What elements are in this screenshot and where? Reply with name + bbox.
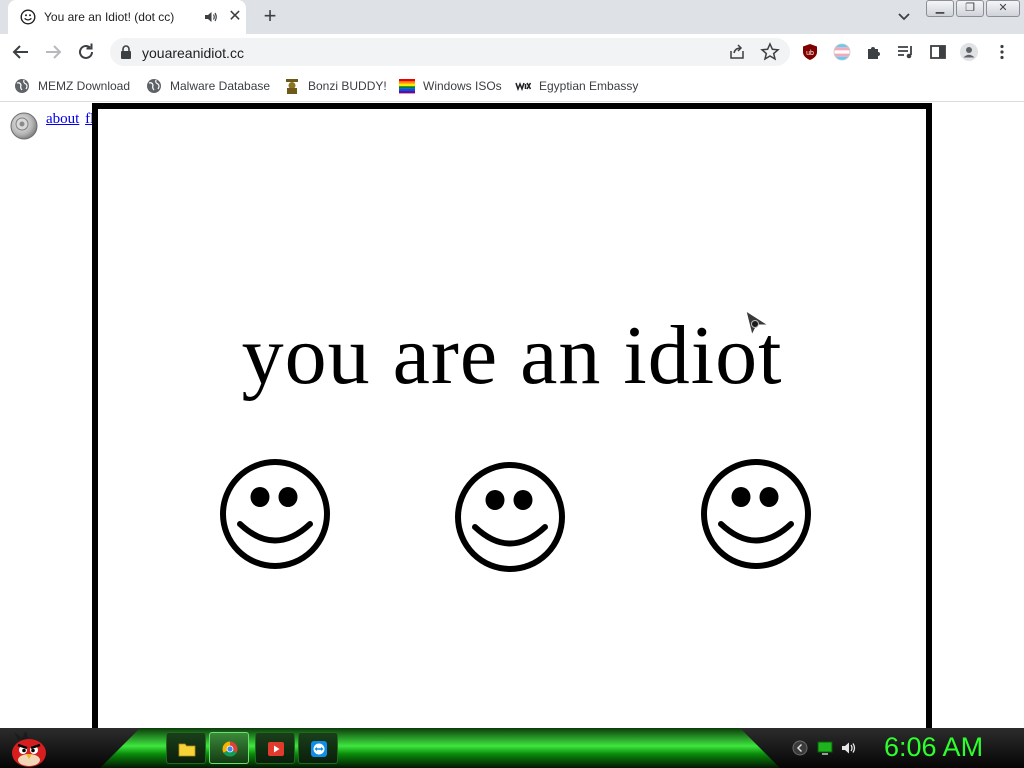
ublock-origin-icon[interactable]: ub (800, 42, 820, 62)
bookmark-windows-isos[interactable]: Windows ISOs (399, 76, 502, 96)
bookmark-label: Malware Database (170, 79, 271, 93)
taskbar: 6:06 AM (0, 728, 1024, 768)
restore-icon: ❐ (965, 2, 975, 14)
svg-text:ub: ub (806, 50, 814, 57)
bookmark-label: Windows ISOs (423, 79, 502, 93)
idiot-message: you are an idiot (241, 309, 783, 402)
wix-icon (515, 81, 531, 92)
back-arrow-icon[interactable] (9, 40, 33, 64)
chrome-icon (222, 741, 238, 757)
speaker-icon[interactable] (8, 109, 40, 141)
bookmark-label: Bonzi BUDDY! (308, 79, 387, 93)
restore-button[interactable]: ❐ (956, 0, 984, 17)
taskbar-file-explorer[interactable] (166, 732, 206, 764)
mouse-cursor-icon (745, 309, 770, 337)
audio-playing-icon[interactable] (204, 10, 218, 24)
about-link[interactable]: about (46, 111, 79, 127)
forward-arrow-icon[interactable] (41, 40, 65, 64)
smiley-face-icon (220, 459, 330, 569)
taskbar-chrome[interactable] (209, 732, 249, 764)
menu-kebab-icon[interactable] (992, 42, 1012, 62)
bookmark-malware-database[interactable]: Malware Database (146, 76, 270, 96)
window-controls: ▁ ❐ ✕ (926, 0, 1020, 18)
url-text[interactable]: youareanidiot.cc (142, 45, 244, 61)
media-player-icon (268, 742, 284, 756)
tab-search-chevron-icon[interactable] (892, 6, 916, 28)
globe-icon (15, 79, 29, 93)
side-panel-icon[interactable] (928, 42, 948, 62)
bookmark-label: MEMZ Download (38, 79, 131, 93)
close-window-button[interactable]: ✕ (986, 0, 1020, 17)
smiley-face-icon (455, 462, 565, 572)
smiley-favicon-icon (20, 9, 36, 25)
new-tab-button[interactable]: + (258, 4, 282, 28)
bonzi-icon (286, 79, 298, 94)
smiley-face-icon (701, 459, 811, 569)
bookmark-memz-download[interactable]: MEMZ Download (14, 76, 130, 96)
bookmark-egyptian-embassy[interactable]: Egyptian Embassy (515, 76, 638, 96)
flash-frame[interactable]: you are an idiot (92, 103, 932, 728)
rainbow-flag-icon (399, 79, 415, 94)
tray-arrow-icon[interactable] (792, 740, 808, 756)
browser-tab[interactable]: You are an Idiot! (dot cc) ✕ (8, 0, 246, 34)
page-content: about flash you are an idiot (0, 103, 1024, 728)
minimize-icon: ▁ (935, 2, 945, 14)
file-explorer-icon (178, 743, 196, 757)
bookmark-label: Egyptian Embassy (539, 79, 639, 93)
bookmark-bonzi-buddy[interactable]: Bonzi BUDDY! (284, 76, 387, 96)
profile-avatar-icon[interactable] (959, 42, 979, 62)
taskbar-media-player[interactable] (255, 732, 295, 764)
extensions-puzzle-icon[interactable] (864, 42, 884, 62)
teamviewer-icon (311, 741, 327, 757)
screen: You are an Idiot! (dot cc) ✕ + ▁ ❐ ✕ you… (0, 0, 1024, 768)
reload-icon[interactable] (74, 40, 98, 64)
close-icon: ✕ (998, 2, 1008, 14)
share-icon[interactable] (728, 43, 746, 61)
taskbar-clock[interactable]: 6:06 AM (884, 732, 983, 763)
taskbar-teamviewer[interactable] (298, 732, 338, 764)
minimize-button[interactable]: ▁ (926, 0, 954, 17)
bookmark-star-icon[interactable] (760, 42, 780, 62)
bookmarks-bar: MEMZ Download Malware Database Bonzi BUD… (0, 70, 1024, 102)
address-bar[interactable]: youareanidiot.cc (110, 38, 790, 66)
tab-strip: You are an Idiot! (dot cc) ✕ + ▁ ❐ ✕ (0, 0, 1024, 34)
browser-toolbar: youareanidiot.cc ub (0, 34, 1024, 70)
striped-flag-extension-icon[interactable] (832, 42, 852, 62)
lock-icon[interactable] (120, 45, 132, 59)
tab-title: You are an Idiot! (dot cc) (44, 10, 175, 24)
network-icon[interactable] (817, 740, 833, 756)
globe-icon (147, 79, 161, 93)
start-button-angry-bird-icon[interactable] (8, 730, 50, 768)
close-tab-icon[interactable]: ✕ (226, 8, 244, 26)
media-controls-icon[interactable] (896, 42, 916, 62)
volume-icon[interactable] (841, 740, 857, 756)
